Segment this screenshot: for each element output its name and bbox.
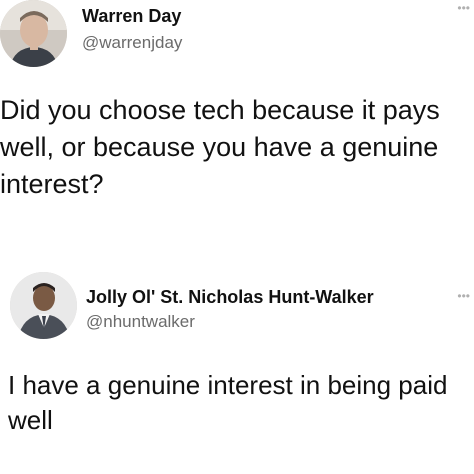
- author-handle[interactable]: @nhuntwalker: [86, 312, 195, 332]
- more-horizontal-icon[interactable]: •••: [457, 2, 470, 14]
- author-name[interactable]: Warren Day: [82, 6, 181, 27]
- avatar-photo: [10, 272, 77, 339]
- avatar-photo: [0, 0, 67, 67]
- author-handle[interactable]: @warrenjday: [82, 33, 182, 53]
- tweet-text: Did you choose tech because it pays well…: [0, 95, 440, 199]
- more-horizontal-icon[interactable]: •••: [457, 290, 470, 302]
- author-name[interactable]: Jolly Ol' St. Nicholas Hunt-Walker: [86, 287, 374, 308]
- avatar[interactable]: [0, 0, 67, 67]
- avatar[interactable]: [10, 272, 77, 339]
- tweet-text: I have a genuine interest in being paid …: [8, 370, 448, 435]
